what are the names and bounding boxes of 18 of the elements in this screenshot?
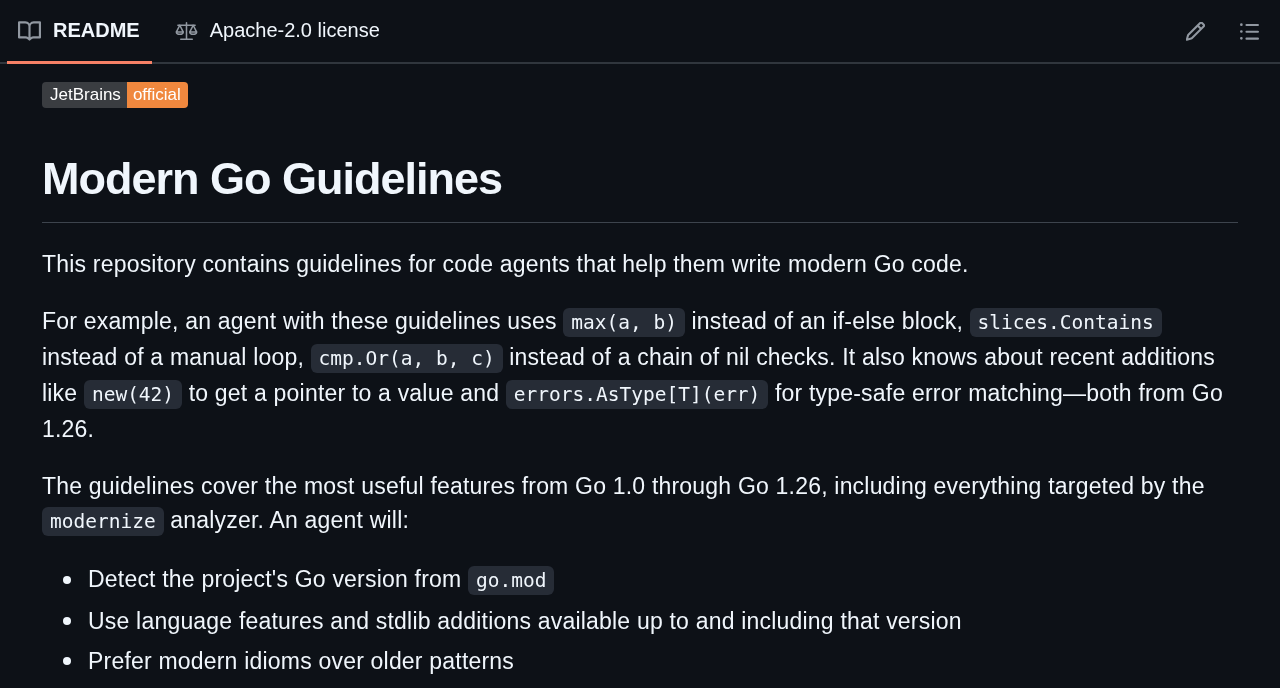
pencil-icon: [1185, 21, 1205, 41]
readme-heading: Modern Go Guidelines: [42, 151, 1238, 223]
scale-icon: [174, 20, 198, 41]
list-icon: [1239, 21, 1259, 41]
badge-label: JetBrains: [42, 82, 127, 108]
list-item-text: Detect the project's Go version from go.mod: [88, 562, 555, 598]
bullet-icon: [63, 617, 71, 625]
tab[interactable]: Apache-2.0 license: [163, 0, 392, 64]
bullet-icon: [63, 576, 71, 584]
paragraph: This repository contains guidelines for code agents that help them write modern Go code.: [42, 250, 970, 279]
tab[interactable]: README: [7, 0, 152, 64]
paragraph: The guidelines cover the most useful features from Go 1.0 through Go 1.26, including everything targeted by the modernize analyzer. An agent will:: [42, 469, 1238, 539]
paragraph: For example, an agent with these guidelines uses max(a, b) instead of an if-else block, slices.Contains instead of a manual loop, cmp.Or(a, b, c) instead of a chain of nil checks. It also knows about recent additions like new(42) to get a pointer to a value and errors.AsType[T](err) for type-safe error matching—both from Go 1.26.: [42, 307, 1224, 444]
book-icon: [18, 20, 41, 41]
bullet-icon: [63, 657, 71, 665]
badge-message: official: [126, 82, 188, 108]
list-item-text: Prefer modern idioms over older patterns: [88, 647, 515, 676]
list-item-text: Use language features and stdlib additions available up to and including that version: [88, 607, 962, 636]
